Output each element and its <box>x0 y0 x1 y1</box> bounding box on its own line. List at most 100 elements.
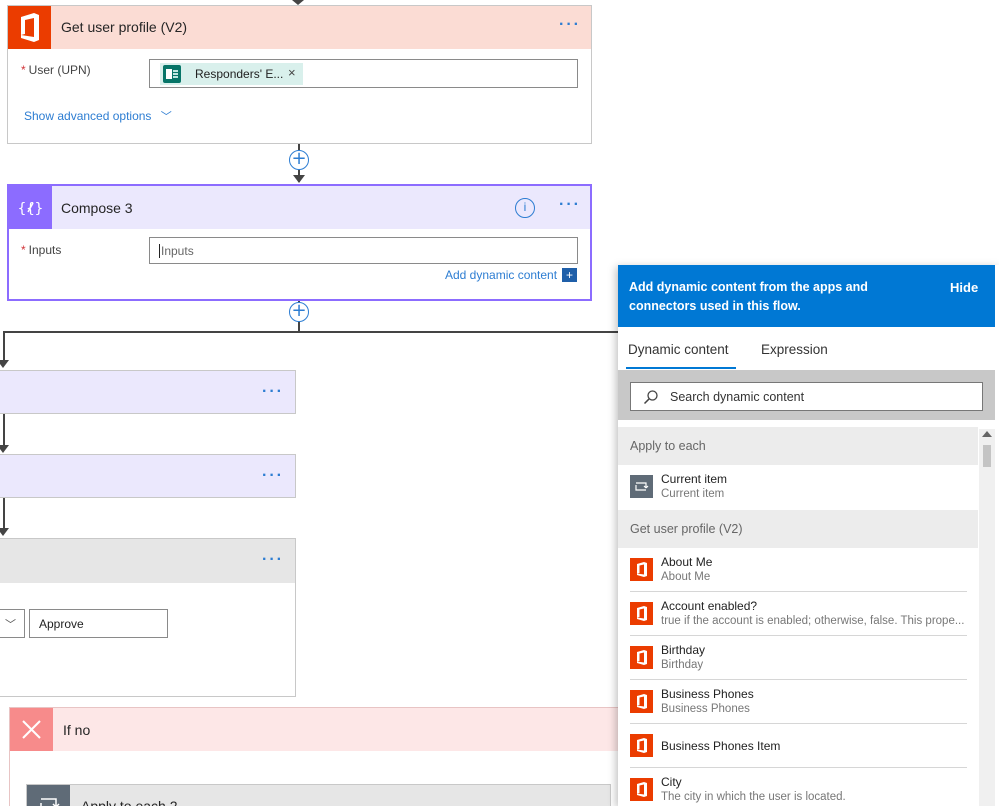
list-item[interactable]: About Me About Me <box>630 548 967 592</box>
more-options-icon[interactable]: ··· <box>559 196 581 214</box>
text-cursor <box>159 244 160 258</box>
item-title: Business Phones <box>661 687 754 701</box>
card-title: Compose 3 <box>61 200 133 216</box>
list-item[interactable]: Account enabled? true if the account is … <box>630 592 967 636</box>
inputs-field[interactable]: Inputs <box>149 237 578 264</box>
item-title: About Me <box>661 555 713 569</box>
card-header[interactable]: Get user profile (V2) ··· <box>8 6 591 49</box>
item-title: Current item <box>661 472 728 486</box>
office-icon <box>630 690 653 713</box>
list-item[interactable]: Current item Current item <box>630 465 967 509</box>
search-input[interactable]: Search dynamic content <box>630 382 983 411</box>
connector-arrow <box>293 175 305 183</box>
tab-expression[interactable]: Expression <box>761 342 828 357</box>
remove-token-icon[interactable]: × <box>288 65 296 80</box>
more-options-icon[interactable]: ··· <box>262 383 284 401</box>
connector-arrow <box>0 360 9 368</box>
add-dynamic-content-link[interactable]: Add dynamic content + <box>445 268 577 282</box>
scrollbar-thumb[interactable] <box>983 445 991 467</box>
active-tab-indicator <box>626 367 736 369</box>
list-item[interactable]: Business Phones Business Phones <box>630 680 967 724</box>
item-title: Account enabled? <box>661 599 758 613</box>
hide-button[interactable]: Hide <box>950 280 978 295</box>
item-title: Business Phones Item <box>661 739 781 753</box>
section-header-apply-to-each[interactable]: Apply to each <box>618 427 978 465</box>
office-icon <box>630 558 653 581</box>
card-header[interactable]: If no <box>10 708 630 751</box>
search-placeholder: Search dynamic content <box>670 390 805 404</box>
insert-step-icon[interactable]: + <box>289 150 309 170</box>
svg-text:}: } <box>35 201 44 217</box>
list-item[interactable]: City The city in which the user is locat… <box>630 768 967 806</box>
if-no-card: If no Apply to each 2 <box>9 707 630 806</box>
user-upn-label: * User (UPN) <box>21 63 91 77</box>
dynamic-content-panel: Add dynamic content from the apps and co… <box>618 265 999 806</box>
inputs-label: * Inputs <box>21 243 62 257</box>
more-options-icon[interactable]: ··· <box>559 16 581 34</box>
chevron-down-icon: ﹀ <box>160 111 172 123</box>
if-no-title: If no <box>63 722 91 738</box>
branch-line <box>3 331 618 333</box>
loop-icon <box>27 785 70 806</box>
token-label: Responders' E... <box>195 67 284 81</box>
connector-line <box>3 498 5 531</box>
item-subtitle: Business Phones <box>661 703 750 715</box>
condition-value: Approve <box>39 617 84 631</box>
insert-step-icon[interactable]: + <box>289 302 309 322</box>
inputs-placeholder: Inputs <box>161 244 194 258</box>
item-title: Birthday <box>661 643 706 657</box>
add-dynamic-content-label: Add dynamic content <box>445 268 558 282</box>
info-icon[interactable]: i <box>515 198 535 218</box>
search-container: Search dynamic content <box>618 370 995 420</box>
operator-dropdown[interactable]: ﹀ <box>0 609 25 638</box>
panel-scrollbar[interactable] <box>979 429 995 806</box>
item-subtitle: Current item <box>661 488 725 500</box>
loop-icon <box>630 475 653 498</box>
office-icon <box>630 602 653 625</box>
item-title: City <box>661 775 682 789</box>
chevron-down-icon: ﹀ <box>5 619 16 631</box>
list-item[interactable]: Birthday Birthday <box>630 636 967 680</box>
office-icon <box>630 734 653 757</box>
forms-icon <box>163 65 181 83</box>
office-icon <box>8 6 51 49</box>
card-header[interactable]: { { } Compose 3 i ··· <box>9 186 590 229</box>
item-subtitle: About Me <box>661 571 711 583</box>
branch-step-card[interactable]: ··· <box>0 370 296 414</box>
dynamic-token[interactable]: Responders' E... × <box>160 63 303 85</box>
condition-value-input[interactable]: Approve <box>29 609 168 638</box>
office-icon <box>630 778 653 801</box>
panel-header-text: Add dynamic content from the apps and co… <box>629 280 868 313</box>
section-header-get-user-profile[interactable]: Get user profile (V2) <box>618 510 978 548</box>
user-upn-input[interactable]: Responders' E... × <box>149 59 578 88</box>
compose-card: { { } Compose 3 i ··· *Inputs Inputs Add… <box>7 184 592 301</box>
apply-to-each-title: Apply to each 2 <box>81 798 178 806</box>
condition-card: ··· ﹀ Approve <box>0 538 296 697</box>
add-dynamic-content-icon: + <box>562 268 577 282</box>
show-advanced-options-link[interactable]: Show advanced options ﹀ <box>24 108 172 124</box>
item-subtitle: The city in which the user is located. <box>661 791 846 803</box>
tab-dynamic-content[interactable]: Dynamic content <box>628 342 729 357</box>
search-icon <box>643 390 658 405</box>
connector-arrow <box>0 528 9 536</box>
connector-line <box>3 414 5 448</box>
scroll-up-icon[interactable] <box>982 431 992 437</box>
advanced-options-label: Show advanced options <box>24 109 152 123</box>
card-header[interactable]: ··· <box>0 539 295 583</box>
connector-arrow <box>0 445 9 453</box>
svg-text:{: { <box>18 201 27 217</box>
office-icon <box>630 646 653 669</box>
branch-step-card[interactable]: ··· <box>0 454 296 498</box>
item-subtitle: Birthday <box>661 659 704 671</box>
list-item[interactable]: Business Phones Item <box>630 724 967 768</box>
connector-line <box>3 331 5 363</box>
more-options-icon[interactable]: ··· <box>262 467 284 485</box>
item-subtitle: true if the account is enabled; otherwis… <box>661 615 965 627</box>
panel-header: Add dynamic content from the apps and co… <box>618 265 995 327</box>
compose-icon: { { } <box>9 186 52 229</box>
apply-to-each-card[interactable]: Apply to each 2 <box>26 784 611 806</box>
card-title: Get user profile (V2) <box>61 19 188 35</box>
close-icon <box>10 708 53 751</box>
more-options-icon[interactable]: ··· <box>262 551 284 569</box>
get-user-profile-card: Get user profile (V2) ··· * User (UPN) Re… <box>7 5 592 144</box>
